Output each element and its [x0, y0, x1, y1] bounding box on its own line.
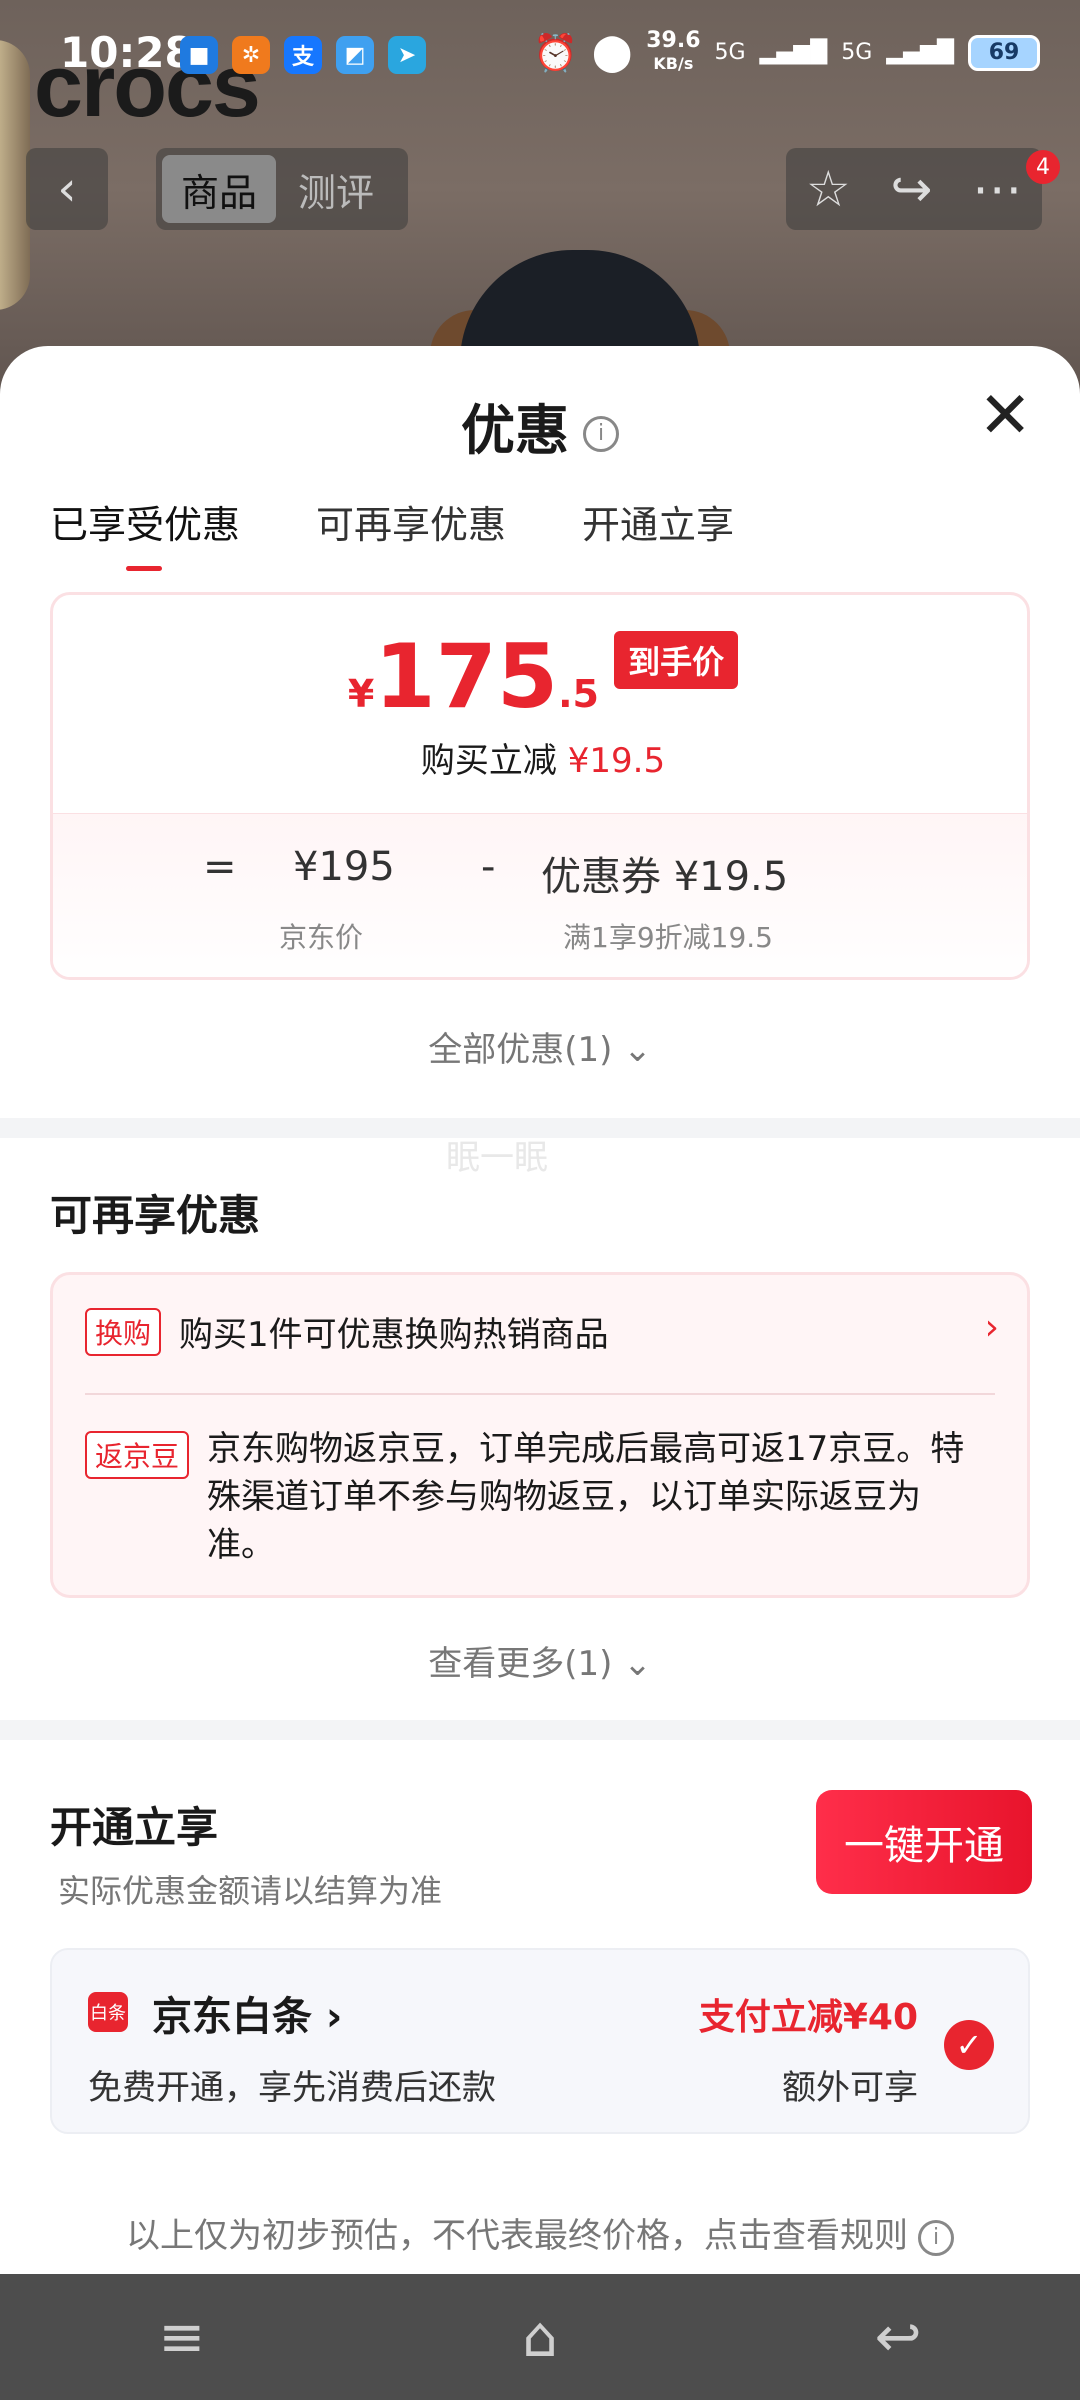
back-nav-icon[interactable]: ↩ — [875, 2305, 922, 2370]
section-divider-2 — [0, 1720, 1080, 1740]
tab-product[interactable]: 商品 — [162, 155, 276, 223]
final-price: ¥175.5 — [347, 625, 599, 728]
all-discounts-toggle[interactable]: 全部优惠(1) ⌄ — [0, 1022, 1080, 1071]
baitiao-name[interactable]: 京东白条 › — [152, 1984, 342, 2042]
battery-indicator: 69 — [968, 34, 1040, 71]
baitiao-extra: 额外可享 — [782, 2068, 918, 2108]
nav-actions: ☆ ↪ ⋯ — [786, 148, 1042, 230]
minus-sign: - — [481, 844, 496, 890]
system-nav-bar: ≡ ⌂ ↩ — [0, 2274, 1080, 2400]
available-title: 可再享优惠 — [50, 1191, 261, 1240]
baitiao-desc: 免费开通，享先消费后还款 — [88, 2068, 496, 2108]
see-more-toggle[interactable]: 查看更多(1) ⌄ — [0, 1636, 1080, 1685]
tab-available[interactable]: 可再享优惠 — [316, 494, 506, 549]
final-price-tag: 到手价 — [614, 631, 739, 689]
location-icon: ⬤ — [591, 32, 633, 73]
tab-review[interactable]: 测评 — [276, 162, 396, 217]
exchange-row[interactable]: 换购 购买1件可优惠换购热销商品 — [85, 1307, 609, 1356]
chevron-right-icon[interactable]: › — [985, 1307, 999, 1348]
baitiao-icon: 白条 — [88, 1992, 128, 2032]
price-card: ¥175.5 到手价 购买立减 ¥19.5 = ¥195 - 优惠券 ¥19.5… — [50, 592, 1030, 980]
instant-saving: 购买立减 ¥19.5 — [420, 741, 666, 781]
more-icon[interactable]: ⋯ — [972, 160, 1022, 218]
base-price: ¥195 — [293, 844, 395, 890]
equals-sign: = — [203, 844, 237, 890]
activate-title: 开通立享 — [50, 1803, 219, 1852]
coupon-amount: 优惠券 ¥19.5 — [541, 854, 789, 900]
checkmark-icon[interactable]: ✓ — [944, 2020, 994, 2070]
status-app-icons: ■ ✲ 支 ◩ ➤ — [180, 36, 426, 74]
send-app-icon: ➤ — [388, 36, 426, 74]
status-bar: 10:28 ■ ✲ 支 ◩ ➤ ⏰ ⬤ 39.6 KB/s 5G ▂▄▆█ 5G … — [0, 0, 1080, 110]
alarm-icon: ⏰ — [533, 32, 578, 74]
footnote[interactable]: 以上仅为初步预估，不代表最终价格，点击查看规则 i — [0, 2208, 1080, 2257]
notification-badge: 4 — [1026, 150, 1060, 184]
footnote-text: 以上仅为初步预估，不代表最终价格，点击查看规则 — [126, 2216, 908, 2256]
jingdou-row: 返京豆 京东购物返京豆，订单完成后最高可返17京豆。特殊渠道订单不参与购物返豆，… — [85, 1425, 967, 1569]
share-icon[interactable]: ↪ — [890, 160, 932, 218]
exchange-label: 换购 — [85, 1307, 162, 1356]
base-price-label: 京东价 — [279, 921, 364, 954]
exchange-text: 购买1件可优惠换购热销商品 — [179, 1315, 609, 1355]
product-tab-switch: 商品 测评 — [156, 148, 408, 230]
card-separator — [85, 1393, 995, 1395]
baitiao-promo: 支付立减¥40 — [698, 1997, 918, 2038]
sheet-title: 优惠 — [461, 399, 569, 462]
price-breakdown: = ¥195 - 优惠券 ¥19.5 京东价 满1享9折减19.5 — [53, 813, 1027, 977]
jingdou-text: 京东购物返京豆，订单完成后最高可返17京豆。特殊渠道订单不参与购物返豆，以订单实… — [207, 1429, 965, 1565]
home-icon[interactable]: ⌂ — [522, 2305, 558, 2370]
back-button[interactable]: ‹ — [26, 148, 108, 230]
signal-bars-icon: ▂▄▆█ — [759, 40, 828, 65]
available-card: 换购 购买1件可优惠换购热销商品 › 返京豆 京东购物返京豆，订单完成后最高可返… — [50, 1272, 1030, 1598]
discount-sheet: 优惠 i ✕ 已享受优惠 可再享优惠 开通立享 ¥175.5 到手价 购买立减 ¥… — [0, 346, 1080, 2274]
star-icon[interactable]: ☆ — [806, 160, 851, 218]
coupon-desc: 满1享9折减19.5 — [563, 921, 773, 954]
signal-2: 5G — [841, 40, 873, 65]
sheet-title-row: 优惠 i — [0, 386, 1080, 465]
status-time: 10:28 — [60, 28, 194, 77]
baitiao-card[interactable]: 白条 京东白条 › 免费开通，享先消费后还款 支付立减¥40 额外可享 ✓ — [50, 1948, 1030, 2134]
tab-activate[interactable]: 开通立享 — [582, 494, 734, 549]
info-icon-footnote[interactable]: i — [918, 2219, 954, 2256]
delivery-app-icon: ✲ — [232, 36, 270, 74]
signal-1: 5G — [714, 40, 746, 65]
jingdou-label: 返京豆 — [85, 1431, 190, 1479]
watermark: 眠一眠 — [446, 1138, 548, 1178]
final-price-row: ¥175.5 到手价 — [53, 625, 1027, 728]
discount-tabs: 已享受优惠 可再享优惠 开通立享 — [50, 494, 734, 571]
net-speed: 39.6 KB/s — [646, 28, 701, 74]
info-icon[interactable]: i — [583, 416, 619, 453]
message-app-icon: ■ — [180, 36, 218, 74]
status-right: ⏰ ⬤ 39.6 KB/s 5G ▂▄▆█ 5G ▂▄▆█ 69 — [533, 30, 1040, 75]
close-icon[interactable]: ✕ — [978, 384, 1032, 448]
tab-enjoyed[interactable]: 已享受优惠 — [50, 494, 240, 571]
signal-bars-icon-2: ▂▄▆█ — [886, 40, 954, 65]
menu-icon[interactable]: ≡ — [158, 2305, 205, 2370]
alipay-app-icon: 支 — [284, 36, 322, 74]
photo-app-icon: ◩ — [336, 36, 374, 74]
activate-subtitle: 实际优惠金额请以结算为准 — [58, 1872, 443, 1910]
one-click-activate-button[interactable]: 一键开通 — [816, 1790, 1032, 1894]
